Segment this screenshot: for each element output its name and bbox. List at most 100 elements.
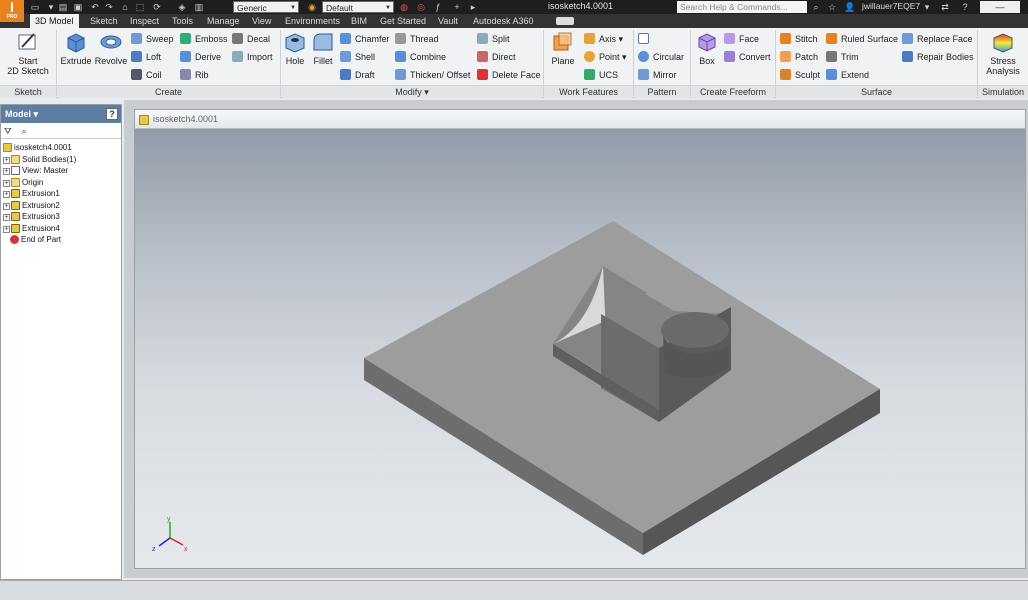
ucs-button[interactable]: UCS bbox=[584, 68, 618, 82]
exchange-icon[interactable]: ⇄ bbox=[938, 1, 952, 13]
palette-icon[interactable]: ▥ bbox=[192, 1, 206, 13]
stress-analysis-button[interactable]: Stress Analysis bbox=[982, 30, 1024, 76]
expand-icon[interactable]: + bbox=[3, 214, 10, 221]
tree-item-origin[interactable]: + Origin bbox=[3, 177, 43, 189]
chamfer-button[interactable]: Chamfer bbox=[340, 32, 390, 46]
sweep-button[interactable]: Sweep bbox=[131, 32, 174, 46]
hole-button[interactable]: Hole bbox=[283, 30, 307, 66]
tab-vault[interactable]: Vault bbox=[438, 14, 458, 28]
help-icon[interactable]: ? bbox=[958, 1, 972, 13]
patch-button[interactable]: Patch bbox=[780, 50, 818, 64]
derive-button[interactable]: Derive bbox=[180, 50, 221, 64]
face-button[interactable]: Face bbox=[724, 32, 759, 46]
tab-overflow-button[interactable] bbox=[556, 17, 574, 25]
undo-icon[interactable]: ↶ bbox=[88, 1, 102, 13]
search-input[interactable]: Search Help & Commands... bbox=[677, 1, 807, 13]
circular-button[interactable]: Circular bbox=[638, 50, 684, 64]
open-folder-icon[interactable]: ▤ bbox=[56, 1, 70, 13]
appearance-combo[interactable]: Default ▼ bbox=[322, 1, 394, 13]
tree-item-part[interactable]: isosketch4.0001 bbox=[3, 142, 72, 154]
tab-inspect[interactable]: Inspect bbox=[130, 14, 159, 28]
revolve-button[interactable]: Revolve bbox=[94, 30, 128, 66]
tab-view[interactable]: View bbox=[252, 14, 271, 28]
redo-icon[interactable]: ↷ bbox=[102, 1, 116, 13]
tab-manage[interactable]: Manage bbox=[207, 14, 240, 28]
material-combo[interactable]: Generic ▼ bbox=[233, 1, 299, 13]
update-icon[interactable]: ⟳ bbox=[150, 1, 164, 13]
graphics-viewport[interactable]: isosketch4.0001 y x z bbox=[134, 109, 1026, 569]
ruled-surface-button[interactable]: Ruled Surface bbox=[826, 32, 898, 46]
adjust-icon[interactable]: ◎ bbox=[414, 1, 428, 13]
start-2d-sketch-button[interactable]: Start 2D Sketch bbox=[6, 30, 50, 76]
shell-button[interactable]: Shell bbox=[340, 50, 375, 64]
tree-item-extrusion3[interactable]: + Extrusion3 bbox=[3, 211, 60, 223]
fx-icon[interactable]: ƒ bbox=[431, 1, 445, 13]
axis-triad[interactable]: y x z bbox=[152, 516, 188, 553]
tab-environments[interactable]: Environments bbox=[285, 14, 340, 28]
repair-bodies-button[interactable]: Repair Bodies bbox=[902, 50, 974, 64]
thicken-offset-button[interactable]: Thicken/ Offset bbox=[395, 68, 470, 82]
expand-icon[interactable]: + bbox=[3, 156, 10, 164]
import-button[interactable]: Import bbox=[232, 50, 273, 64]
tab-bim[interactable]: BIM bbox=[351, 14, 367, 28]
more-icon[interactable]: ▸ bbox=[466, 1, 480, 13]
loft-button[interactable]: Loft bbox=[131, 50, 161, 64]
tree-item-end-of-part[interactable]: End of Part bbox=[10, 234, 61, 246]
coil-button[interactable]: Coil bbox=[131, 68, 162, 82]
trim-button[interactable]: Trim bbox=[826, 50, 859, 64]
help-icon[interactable]: ? bbox=[106, 108, 118, 120]
appearance-icon[interactable]: ◉ bbox=[305, 1, 319, 13]
panel-label-modify[interactable]: Modify ▾ bbox=[281, 85, 543, 98]
expand-icon[interactable]: + bbox=[3, 202, 10, 210]
user-icon[interactable]: 👤 bbox=[843, 1, 857, 13]
stitch-button[interactable]: Stitch bbox=[780, 32, 818, 46]
plus-icon[interactable]: + bbox=[450, 1, 464, 13]
favorite-icon[interactable]: ☆ bbox=[825, 1, 839, 13]
plane-button[interactable]: Plane bbox=[548, 30, 578, 66]
tab-3d-model[interactable]: 3D Model bbox=[30, 14, 79, 28]
convert-button[interactable]: Convert bbox=[724, 50, 771, 64]
window-controls[interactable]: — bbox=[980, 1, 1020, 13]
rectangular-pattern-button[interactable] bbox=[638, 32, 653, 46]
extrude-button[interactable]: Extrude bbox=[60, 30, 92, 66]
select-icon[interactable]: ⬚ bbox=[133, 1, 147, 13]
decal-button[interactable]: Decal bbox=[232, 32, 270, 46]
box-button[interactable]: Box bbox=[694, 30, 720, 66]
expand-icon[interactable]: + bbox=[3, 191, 10, 198]
sculpt-button[interactable]: Sculpt bbox=[780, 68, 820, 82]
search-icon[interactable]: ⌕ bbox=[809, 1, 823, 13]
find-icon[interactable]: ⌕ bbox=[22, 126, 27, 136]
tree-item-view[interactable]: + View: Master bbox=[3, 165, 68, 177]
tree-item-extrusion1[interactable]: + Extrusion1 bbox=[3, 188, 60, 200]
rib-button[interactable]: Rib bbox=[180, 68, 209, 82]
direct-button[interactable]: Direct bbox=[477, 50, 516, 64]
tree-item-solid-bodies[interactable]: + Solid Bodies(1) bbox=[3, 154, 76, 166]
combine-button[interactable]: Combine bbox=[395, 50, 446, 64]
tab-get-started[interactable]: Get Started bbox=[380, 14, 426, 28]
filter-icon[interactable]: ⛛ bbox=[4, 126, 12, 136]
model-canvas[interactable]: y x z bbox=[135, 110, 1026, 569]
browser-header[interactable]: Model ▾ ? bbox=[1, 105, 121, 123]
tab-autodesk-a360[interactable]: Autodesk A360 bbox=[473, 14, 534, 28]
tree-item-extrusion4[interactable]: + Extrusion4 bbox=[3, 223, 60, 235]
emboss-button[interactable]: Emboss bbox=[180, 32, 228, 46]
mirror-button[interactable]: Mirror bbox=[638, 68, 677, 82]
extend-button[interactable]: Extend bbox=[826, 68, 869, 82]
new-file-icon[interactable]: ▭ bbox=[28, 1, 42, 13]
user-name[interactable]: jwillauer7EQE7 bbox=[862, 1, 920, 11]
tab-sketch[interactable]: Sketch bbox=[90, 14, 118, 28]
save-icon[interactable]: ▣ bbox=[71, 1, 85, 13]
expand-icon[interactable]: + bbox=[3, 179, 10, 187]
tab-tools[interactable]: Tools bbox=[172, 14, 193, 28]
application-menu-button[interactable]: I PRO bbox=[0, 0, 24, 22]
draft-button[interactable]: Draft bbox=[340, 68, 375, 82]
axis-button[interactable]: Axis ▾ bbox=[584, 32, 623, 46]
point-button[interactable]: Point ▾ bbox=[584, 50, 627, 64]
home-icon[interactable]: ⌂ bbox=[118, 1, 132, 13]
expand-icon[interactable]: + bbox=[3, 225, 10, 233]
replace-face-button[interactable]: Replace Face bbox=[902, 32, 973, 46]
material-icon[interactable]: ◈ bbox=[175, 1, 189, 13]
thread-button[interactable]: Thread bbox=[395, 32, 439, 46]
split-button[interactable]: Split bbox=[477, 32, 510, 46]
clear-appearance-icon[interactable]: ◍ bbox=[397, 1, 411, 13]
